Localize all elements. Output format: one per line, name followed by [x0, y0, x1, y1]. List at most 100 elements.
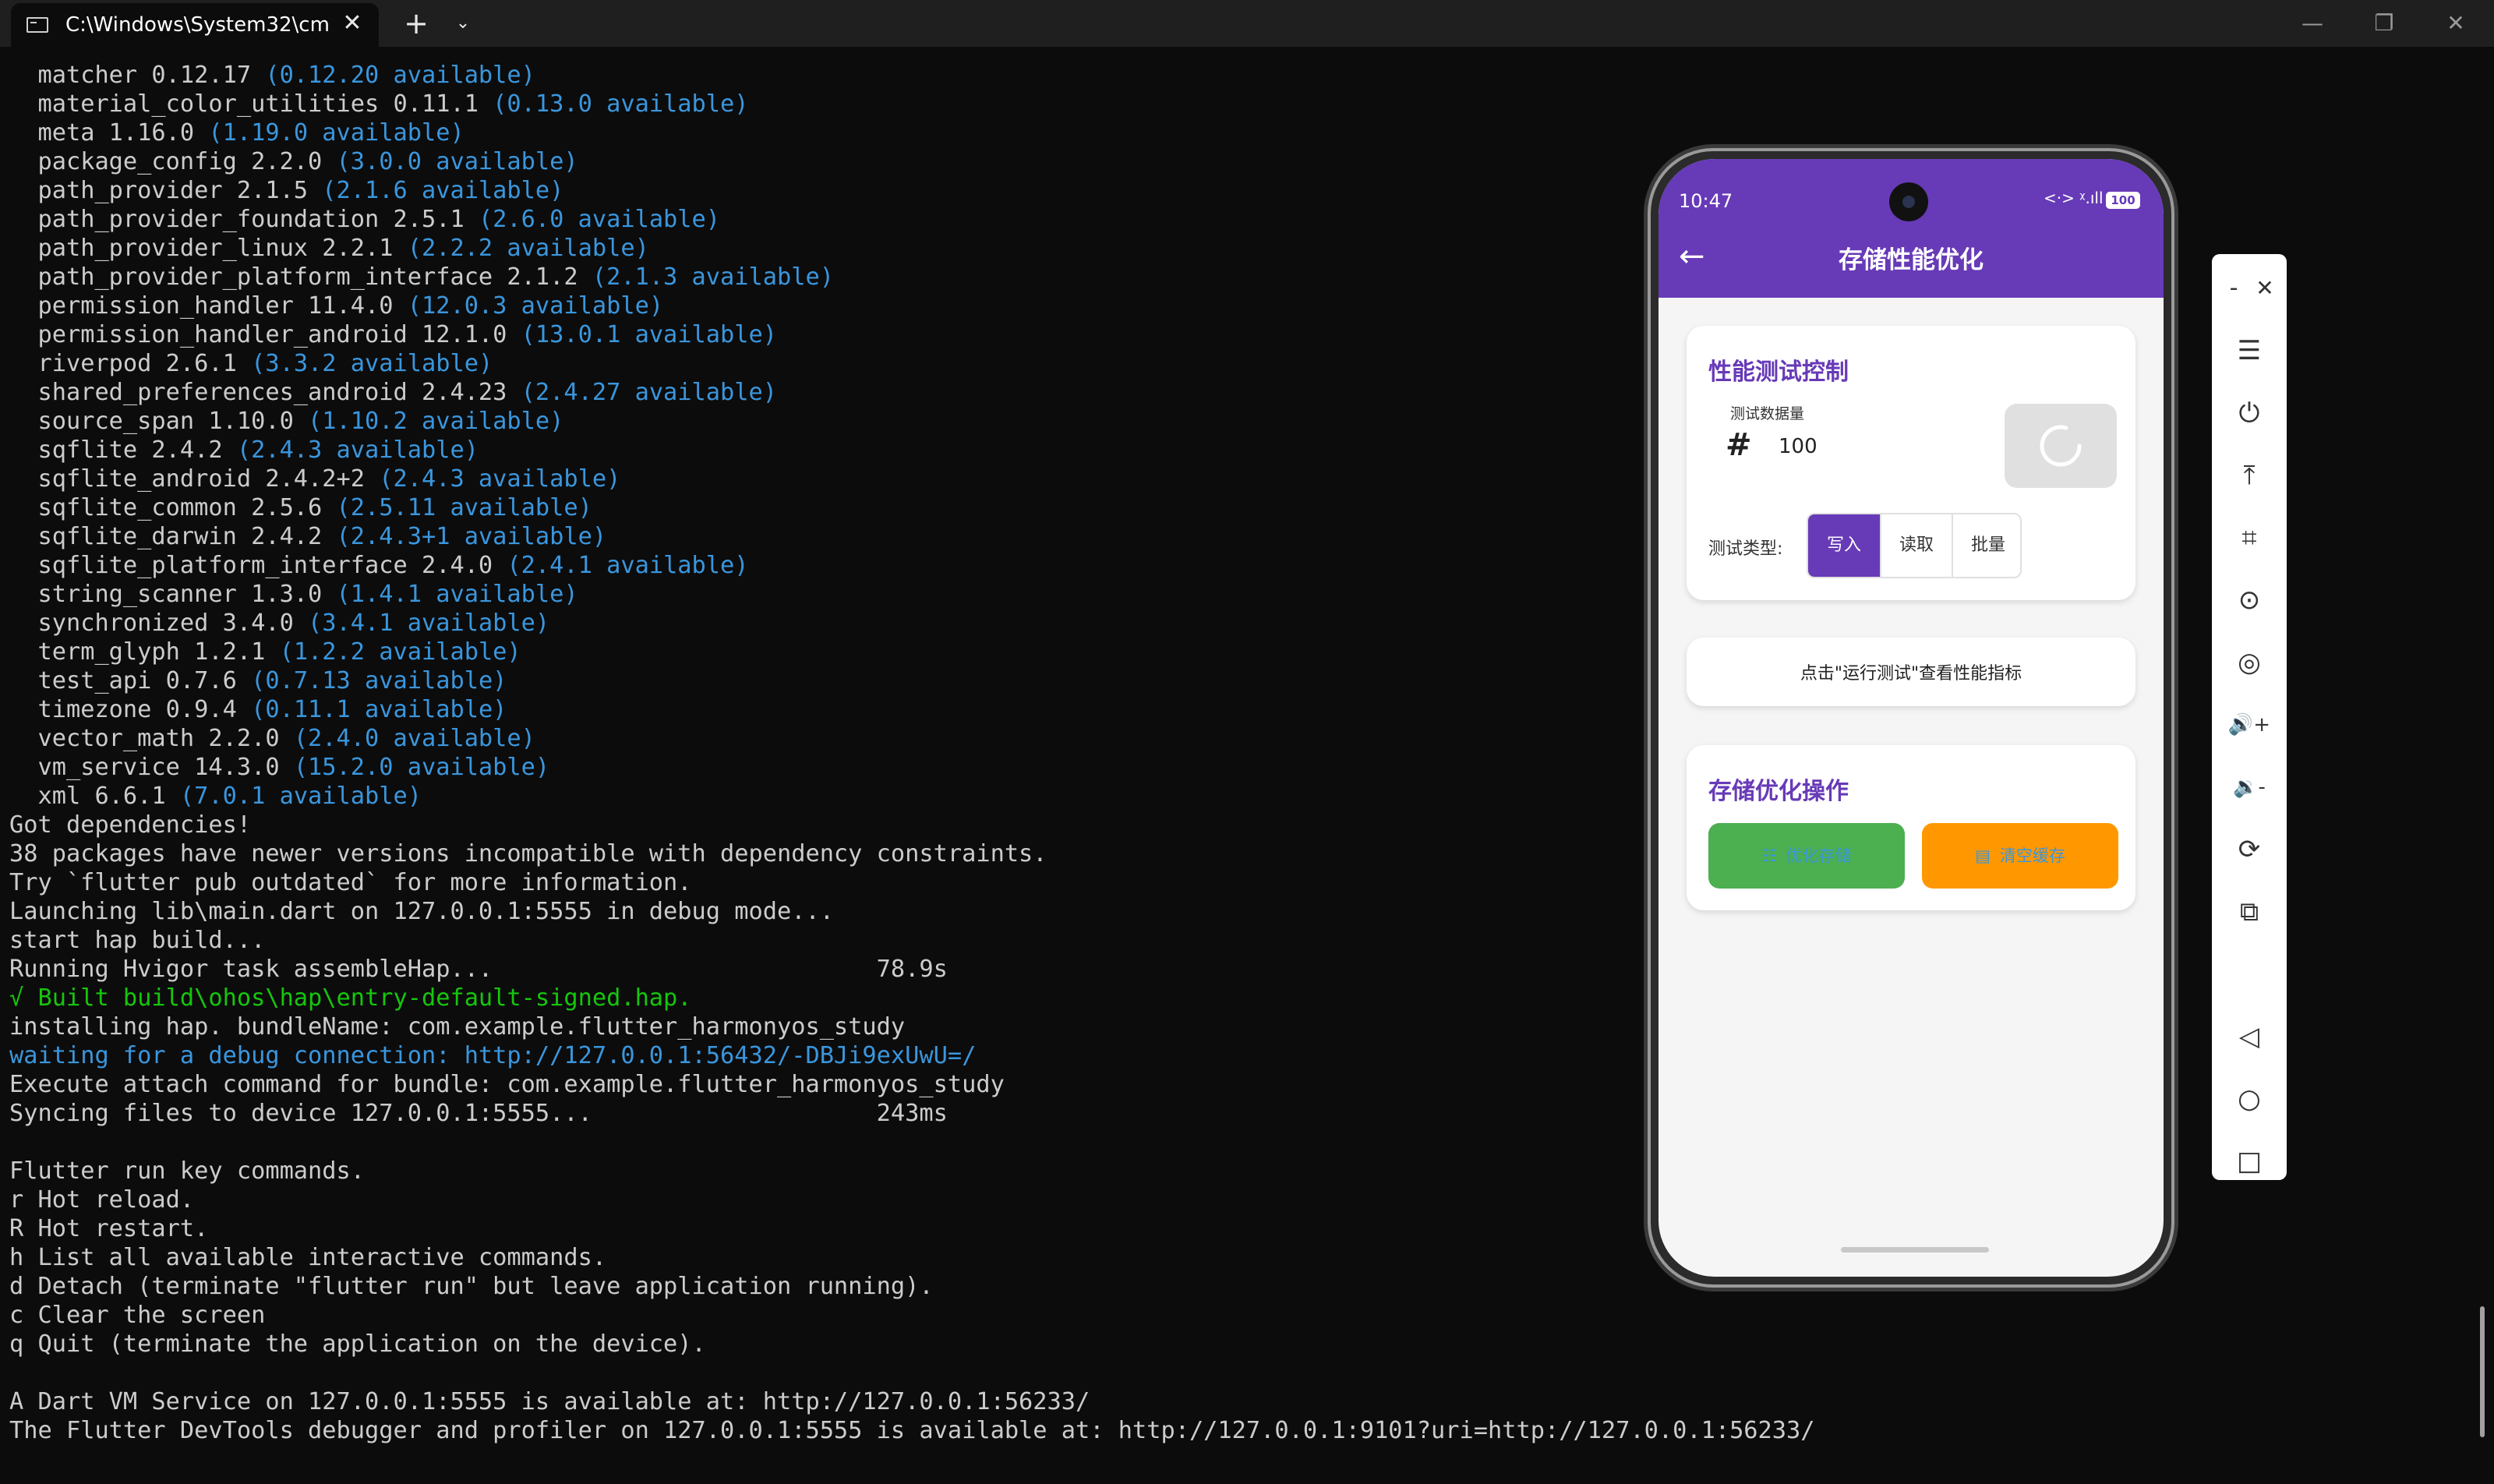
terminal-line: Try `flutter pub outdated` for more info…	[9, 869, 692, 896]
optimize-storage-label: 优化存储	[1786, 846, 1852, 865]
package-available: (0.7.13 available)	[251, 667, 507, 694]
terminal-line: source_span 1.10.0 (1.10.2 available)	[9, 407, 1568, 436]
segment-batch[interactable]: 批量	[1952, 514, 2020, 577]
package-available: (1.19.0 available)	[208, 119, 465, 147]
power-icon[interactable]: ⏻	[2212, 390, 2287, 436]
package-available: (12.0.3 available)	[407, 292, 664, 320]
phone-emulator: 10:47 <·> ᵡ.ıll 100 ← 存储性能优化 性能测试控制 测试数据…	[1651, 151, 2171, 1284]
terminal-line: Launching lib\main.dart on 127.0.0.1:555…	[9, 898, 834, 925]
tab-dropdown-button[interactable]: ⌄	[447, 8, 479, 39]
package-version: path_provider_platform_interface 2.1.2	[9, 263, 592, 291]
package-version: sqflite 2.4.2	[9, 436, 237, 464]
package-version: sqflite_darwin 2.4.2	[9, 523, 337, 550]
package-version: vm_service 14.3.0	[9, 754, 294, 781]
package-version: permission_handler_android 12.1.0	[9, 321, 521, 348]
terminal-line: riverpod 2.6.1 (3.3.2 available)	[9, 349, 1568, 378]
toolbar-close-button[interactable]: ✕	[2249, 273, 2280, 304]
package-version: test_api 0.7.6	[9, 667, 252, 694]
terminal-line: sqflite 2.4.2 (2.4.3 available)	[9, 436, 1568, 465]
camera-icon	[1889, 182, 1928, 221]
package-version: path_provider_linux 2.2.1	[9, 235, 408, 262]
optimize-storage-button[interactable]: ☷ 优化存储	[1708, 823, 1905, 889]
nav-recent-icon[interactable]: □	[2212, 1138, 2287, 1185]
run-test-button[interactable]	[2005, 404, 2117, 488]
package-version: shared_preferences_android 2.4.23	[9, 379, 521, 406]
terminal-line: shared_preferences_android 2.4.23 (2.4.2…	[9, 378, 1568, 407]
package-available: (3.4.1 available)	[308, 610, 550, 637]
terminal-output[interactable]: matcher 0.12.17 (0.12.20 available) mate…	[9, 61, 1815, 1445]
maximize-button[interactable]: ❐	[2349, 0, 2419, 47]
terminal-line: waiting for a debug connection: http://1…	[9, 1042, 977, 1069]
package-available: (1.2.2 available)	[279, 638, 521, 666]
toolbar-minimize-button[interactable]: -	[2218, 273, 2249, 304]
package-available: (2.4.3 available)	[379, 465, 621, 493]
new-tab-button[interactable]: +	[399, 6, 433, 41]
package-version: path_provider_foundation 2.5.1	[9, 206, 479, 233]
tab-title: C:\Windows\System32\cmd.e	[65, 13, 330, 37]
close-button[interactable]: ✕	[2421, 0, 2491, 47]
terminal-line: sqflite_android 2.4.2+2 (2.4.3 available…	[9, 465, 1568, 493]
terminal-line: sqflite_common 2.5.6 (2.5.11 available)	[9, 493, 1568, 522]
menu-icon[interactable]: ☰	[2212, 327, 2287, 374]
volume-up-icon[interactable]: 🔊+	[2212, 701, 2287, 748]
nav-home-icon[interactable]: ○	[2212, 1076, 2287, 1122]
terminal-line: d Detach (terminate "flutter run" but le…	[9, 1273, 934, 1300]
terminal-line: xml 6.6.1 (7.0.1 available)	[9, 782, 1568, 811]
multi-device-icon[interactable]: ⧉	[2212, 889, 2287, 935]
terminal-line: term_glyph 1.2.1 (1.2.2 available)	[9, 638, 1568, 666]
package-version: riverpod 2.6.1	[9, 350, 252, 377]
package-available: (2.5.11 available)	[336, 494, 592, 521]
terminal-scrollbar[interactable]	[2480, 1306, 2485, 1437]
package-available: (13.0.1 available)	[521, 321, 777, 348]
package-version: source_span 1.10.0	[9, 408, 309, 435]
terminal-line: 38 packages have newer versions incompat…	[9, 840, 1047, 867]
terminal-line: permission_handler 11.4.0 (12.0.3 availa…	[9, 292, 1568, 320]
terminal-line: synchronized 3.4.0 (3.4.1 available)	[9, 609, 1568, 638]
terminal-line: installing hap. bundleName: com.example.…	[9, 1013, 906, 1041]
terminal-line: Execute attach command for bundle: com.e…	[9, 1071, 1005, 1098]
emulator-toolbar: - ✕ ☰ ⏻ ⤒ ⌗ ⊙ ◎ 🔊+ 🔉- ⟳ ⧉ ◁ ○ □	[2212, 254, 2287, 1180]
volume-down-icon[interactable]: 🔉-	[2212, 764, 2287, 811]
record-icon[interactable]: ⊙	[2212, 577, 2287, 624]
package-version: material_color_utilities 0.11.1	[9, 90, 493, 118]
title-bar: C:\Windows\System32\cmd.e ✕ + ⌄ — ❐ ✕	[0, 0, 2494, 47]
status-time: 10:47	[1679, 190, 1733, 212]
crop-icon[interactable]: ⌗	[2212, 514, 2287, 561]
hash-icon: #	[1726, 427, 1752, 463]
tab-close-icon[interactable]: ✕	[337, 8, 368, 39]
app-bar: 10:47 <·> ᵡ.ıll 100 ← 存储性能优化	[1659, 159, 2164, 298]
terminal-icon	[26, 17, 48, 33]
package-version: timezone 0.9.4	[9, 696, 252, 723]
terminal-line: The Flutter DevTools debugger and profil…	[9, 1417, 1815, 1444]
phone-screen: 10:47 <·> ᵡ.ıll 100 ← 存储性能优化 性能测试控制 测试数据…	[1659, 159, 2164, 1277]
location-icon[interactable]: ◎	[2212, 639, 2287, 686]
minimize-button[interactable]: —	[2277, 0, 2347, 47]
package-available: (2.6.0 available)	[478, 206, 721, 233]
segment-read[interactable]: 读取	[1880, 514, 1952, 577]
package-version: package_config 2.2.0	[9, 148, 337, 175]
package-available: (0.11.1 available)	[251, 696, 507, 723]
clear-cache-button[interactable]: ▤ 清空缓存	[1922, 823, 2118, 889]
segment-write[interactable]: 写入	[1808, 514, 1880, 577]
package-available: (3.0.0 available)	[336, 148, 578, 175]
rotate-icon[interactable]: ⟳	[2212, 826, 2287, 873]
package-version: sqflite_platform_interface 2.4.0	[9, 552, 507, 579]
terminal-line: r Hot reload.	[9, 1186, 195, 1214]
terminal-line: meta 1.16.0 (1.19.0 available)	[9, 118, 1568, 147]
package-available: (2.1.3 available)	[592, 263, 834, 291]
package-available: (1.4.1 available)	[336, 581, 578, 608]
terminal-tab[interactable]: C:\Windows\System32\cmd.e ✕	[11, 3, 379, 47]
terminal-line: sqflite_platform_interface 2.4.0 (2.4.1 …	[9, 551, 1568, 580]
package-version: synchronized 3.4.0	[9, 610, 309, 637]
app-title: 存储性能优化	[1839, 246, 1984, 274]
signal-icon: <·> ᵡ.ıll	[2044, 189, 2104, 207]
upload-icon[interactable]: ⤒	[2212, 452, 2287, 499]
terminal-line: q Quit (terminate the application on the…	[9, 1330, 706, 1358]
package-available: (0.12.20 available)	[265, 62, 535, 89]
home-indicator[interactable]	[1841, 1247, 1989, 1253]
package-available: (3.3.2 available)	[251, 350, 493, 377]
package-available: (15.2.0 available)	[293, 754, 550, 781]
nav-back-icon[interactable]: ◁	[2212, 1013, 2287, 1060]
package-version: permission_handler 11.4.0	[9, 292, 408, 320]
quantity-input[interactable]: 100	[1779, 435, 1818, 458]
